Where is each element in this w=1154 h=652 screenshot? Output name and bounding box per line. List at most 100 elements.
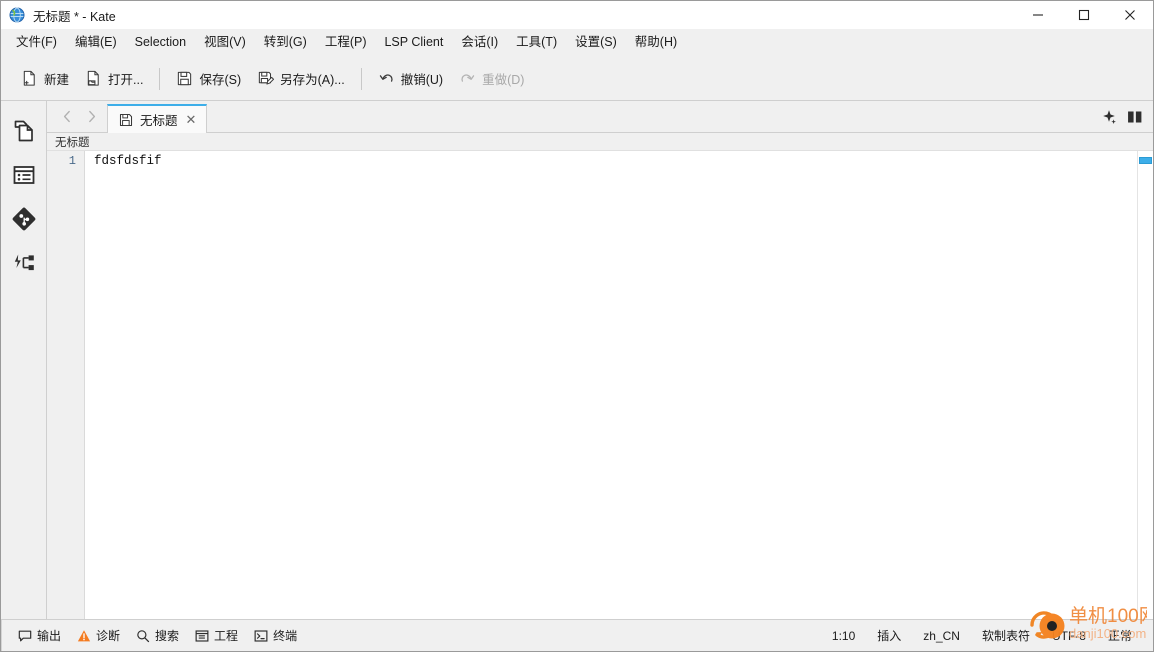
kate-window: 无标题 * - Kate 文件(F) 编辑(E) Selection 视图(V)… — [0, 0, 1154, 652]
save-as-floppy-pencil-icon — [258, 71, 275, 85]
menu-selection[interactable]: Selection — [126, 32, 195, 53]
status-button-project[interactable]: 工程 — [187, 624, 246, 647]
chevron-left-icon — [63, 110, 70, 123]
menu-go[interactable]: 转到(G) — [255, 32, 316, 53]
status-button-terminal-label: 终端 — [273, 629, 298, 643]
editor-area: 无标题 1 fdsfdsfif — [47, 133, 1153, 619]
save-as-button-label: 另存为(A)... — [280, 73, 345, 87]
status-button-output-label: 输出 — [37, 629, 62, 643]
text-editor[interactable]: fdsfdsfif — [85, 151, 1137, 619]
close-icon — [1125, 10, 1135, 20]
tab-untitled[interactable]: 无标题 ✕ — [107, 104, 208, 133]
language[interactable]: zh_CN — [912, 626, 971, 646]
open-folder-icon — [87, 70, 99, 86]
open-button-label: 打开... — [108, 73, 144, 87]
editor-row: 1 fdsfdsfif — [47, 151, 1153, 619]
save-button[interactable]: 保存(S) — [168, 65, 249, 93]
open-button[interactable]: 打开... — [77, 65, 151, 93]
terminal-icon — [254, 629, 268, 642]
tab-close-icon[interactable]: ✕ — [185, 113, 198, 126]
line-number-gutter: 1 — [47, 151, 85, 619]
status-left-buttons: 输出 诊断 搜索 工程 终端 — [1, 620, 305, 651]
window-title: 无标题 * - Kate — [33, 9, 116, 24]
status-button-terminal[interactable]: 终端 — [246, 624, 305, 647]
redo-button[interactable]: 重做(D) — [451, 65, 532, 93]
diagnostics-warning-icon — [77, 629, 91, 641]
tab-bar-actions — [1101, 101, 1153, 132]
redo-arrow-icon — [461, 74, 475, 82]
git-branch-icon — [12, 207, 35, 231]
sidebar-item-documents[interactable] — [2, 109, 46, 153]
menu-session[interactable]: 会话(I) — [452, 32, 507, 53]
line-number: 1 — [68, 154, 76, 168]
encoding[interactable]: UTF-8 — [1041, 626, 1097, 646]
save-button-label: 保存(S) — [199, 73, 242, 87]
undo-button[interactable]: 撤销(U) — [370, 65, 451, 93]
maximize-icon — [1078, 9, 1090, 21]
save-floppy-icon — [178, 71, 192, 86]
scrollbar-thumb[interactable] — [1139, 157, 1152, 164]
sidebar-item-filesystem-browser[interactable] — [2, 153, 46, 197]
main-toolbar: 新建 打开... 保存(S) 另存为(A)... 撤销(U) 重做(D) — [1, 57, 1153, 101]
status-button-output[interactable]: 输出 — [10, 624, 69, 647]
code-line: fdsfdsfif — [94, 154, 162, 168]
toolbar-separator-2 — [360, 67, 362, 90]
search-magnifier-icon — [137, 629, 150, 642]
new-button-label: 新建 — [44, 73, 70, 87]
quick-open-icon[interactable] — [1101, 109, 1117, 125]
sidebar-item-git[interactable] — [2, 197, 46, 241]
status-button-diagnostics[interactable]: 诊断 — [69, 624, 128, 647]
new-button[interactable]: 新建 — [13, 65, 77, 93]
close-button[interactable] — [1107, 1, 1153, 29]
undo-arrow-icon — [379, 74, 393, 82]
body-area: 无标题 ✕ 无标题 1 fdsfdsfif — [1, 101, 1153, 619]
undo-button-label: 撤销(U) — [400, 73, 444, 87]
output-bubble-icon — [18, 630, 32, 641]
menu-bar: 文件(F) 编辑(E) Selection 视图(V) 转到(G) 工程(P) … — [1, 29, 1153, 57]
document-title: 无标题 — [55, 136, 90, 149]
lsp-symbols-icon — [14, 254, 34, 271]
save-as-button[interactable]: 另存为(A)... — [249, 65, 353, 93]
split-view-icon[interactable] — [1127, 109, 1143, 125]
menu-help[interactable]: 帮助(H) — [626, 32, 686, 53]
kate-globe-icon — [9, 7, 25, 23]
toolbar-separator-1 — [159, 67, 161, 90]
highlight-mode[interactable]: 正常 — [1097, 624, 1143, 647]
filesystem-browser-icon — [13, 166, 34, 184]
menu-edit[interactable]: 编辑(E) — [66, 32, 126, 53]
status-button-diagnostics-label: 诊断 — [96, 629, 121, 643]
status-right-fields: 1:10 插入 zh_CN 软制表符 UTF-8 正常 — [821, 624, 1153, 647]
menu-project[interactable]: 工程(P) — [316, 32, 376, 53]
new-document-icon — [23, 70, 35, 86]
status-button-project-label: 工程 — [214, 629, 239, 643]
redo-button-label: 重做(D) — [482, 73, 525, 87]
project-window-icon — [195, 629, 209, 642]
tab-nav — [47, 101, 103, 132]
vertical-scrollbar[interactable] — [1137, 151, 1153, 619]
sidebar-item-lsp-symbols[interactable] — [2, 241, 46, 285]
maximize-button[interactable] — [1061, 1, 1107, 29]
editor-column: 无标题 ✕ 无标题 1 fdsfdsfif — [47, 101, 1153, 619]
tab-label: 无标题 — [140, 114, 178, 128]
cursor-position[interactable]: 1:10 — [821, 626, 866, 646]
menu-tools[interactable]: 工具(T) — [507, 32, 566, 53]
status-bar: 输出 诊断 搜索 工程 终端 1:10 插入 zh_CN 软制表符 UTF-8 … — [1, 605, 1153, 651]
menu-file[interactable]: 文件(F) — [7, 32, 66, 53]
minimize-button[interactable] — [1015, 1, 1061, 29]
menu-settings[interactable]: 设置(S) — [566, 32, 626, 53]
tab-prev-button[interactable] — [55, 104, 79, 130]
left-sidebar — [1, 101, 47, 619]
status-button-search-label: 搜索 — [155, 629, 180, 643]
menu-view[interactable]: 视图(V) — [195, 32, 255, 53]
window-controls — [1015, 1, 1153, 29]
status-button-search[interactable]: 搜索 — [128, 624, 187, 647]
insert-mode[interactable]: 插入 — [866, 624, 912, 647]
chevron-right-icon — [88, 110, 95, 123]
documents-icon — [14, 120, 33, 142]
tab-next-button[interactable] — [79, 104, 103, 130]
title-bar: 无标题 * - Kate — [1, 1, 1153, 29]
menu-lsp-client[interactable]: LSP Client — [375, 32, 452, 53]
floppy-icon — [119, 113, 133, 126]
tab-mode[interactable]: 软制表符 — [971, 624, 1041, 647]
minimize-icon — [1033, 14, 1043, 16]
